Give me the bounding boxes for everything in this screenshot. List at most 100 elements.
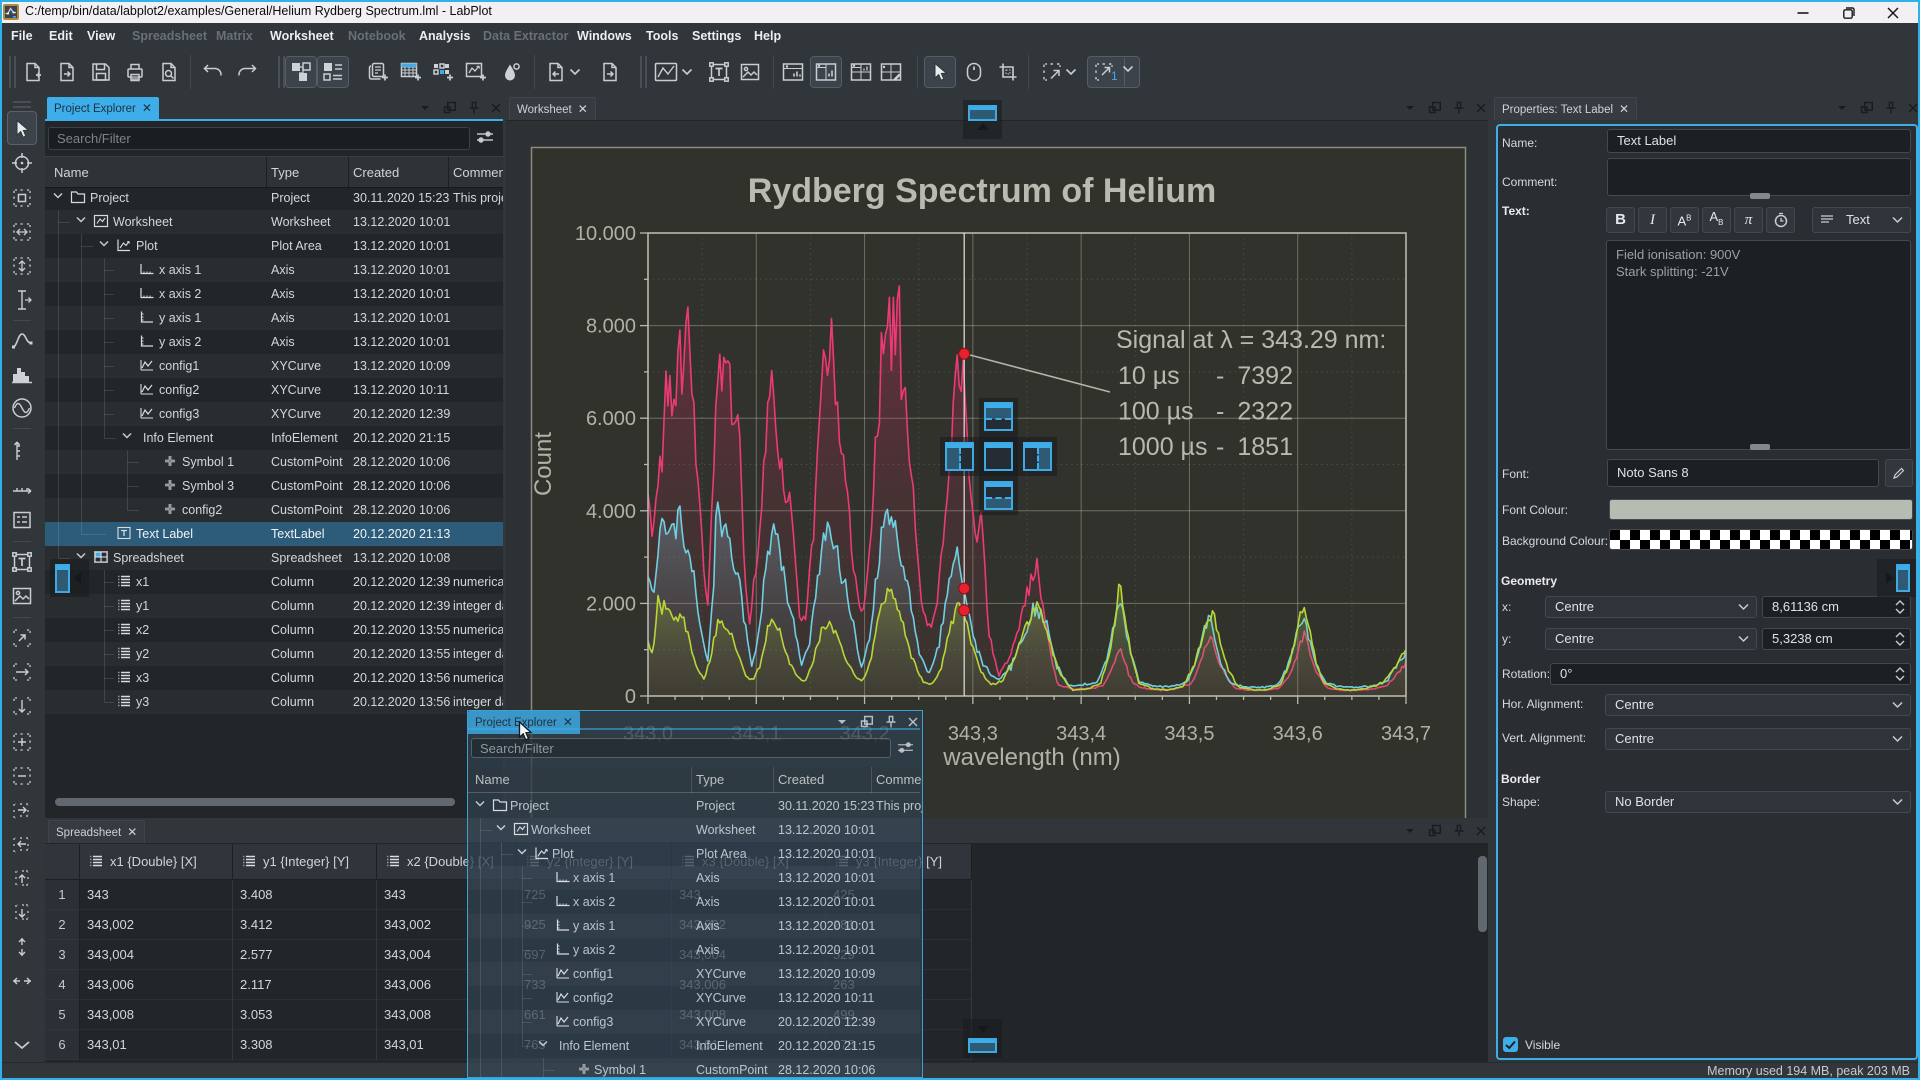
zoom-one-button[interactable]: 1 [1087, 56, 1140, 88]
tree-row-x-axis-2[interactable]: x axis 2Axis13.12.2020 10:01 [468, 890, 920, 914]
dock-close-icon[interactable] [1473, 823, 1488, 839]
dock-indicator-bottom-edge[interactable] [968, 1038, 997, 1053]
menu-settings[interactable]: Settings [692, 23, 741, 49]
tree-row-config3[interactable]: config3XYCurve20.12.2020 12:39 [468, 1010, 920, 1034]
shift-left-button[interactable] [10, 832, 34, 856]
cell-r4c1[interactable]: 343,006 [80, 970, 233, 1000]
menu-view[interactable]: View [87, 23, 115, 49]
dock-indicator-center[interactable] [984, 442, 1013, 471]
menu-edit[interactable]: Edit [49, 23, 73, 49]
tree-row-y-axis-2[interactable]: y axis 2Axis13.12.2020 10:01 [468, 938, 920, 962]
text-mode-dropdown[interactable]: Text [1812, 207, 1911, 233]
menu-windows[interactable]: Windows [577, 23, 632, 49]
redo-button[interactable] [231, 56, 263, 88]
expander-icon[interactable] [538, 1040, 550, 1047]
dock-indicator-split-bottom[interactable] [984, 481, 1013, 510]
column-header-1[interactable]: x1 {Double} [X] [80, 844, 233, 880]
tree-row-y-axis-1[interactable]: y axis 1Axis13.12.2020 10:01 [468, 914, 920, 938]
pointer-arrow-button[interactable] [924, 56, 956, 88]
cell-r2c1[interactable]: 343,002 [80, 910, 233, 940]
comment-input[interactable] [1607, 158, 1911, 196]
chevron-down-button[interactable] [678, 56, 696, 88]
comment-resize-grip[interactable] [1750, 193, 1770, 199]
toolbar-drag-handle[interactable] [640, 56, 647, 88]
dock-float-icon[interactable] [1859, 100, 1875, 116]
cell-r1c1[interactable]: 343 [80, 880, 233, 910]
shift-up-button[interactable] [10, 867, 34, 891]
mouse-zoom-button[interactable] [958, 56, 990, 88]
export-button[interactable] [594, 56, 626, 88]
cell-r3c1[interactable]: 343,004 [80, 940, 233, 970]
close-window-button[interactable] [1876, 2, 1910, 23]
image-button[interactable] [10, 584, 34, 608]
expander-icon[interactable] [76, 552, 88, 559]
format-subscript-button[interactable]: AB [1702, 207, 1731, 233]
cell-r2c2[interactable]: 3.412 [233, 910, 377, 940]
column-header-type[interactable]: Type [271, 157, 299, 188]
plot-four-button[interactable] [845, 56, 877, 88]
tree-row-plot[interactable]: PlotPlot Area13.12.2020 10:01 [468, 842, 920, 866]
dock-float-icon[interactable] [1427, 100, 1443, 116]
format-pi-button[interactable]: π [1734, 207, 1763, 233]
menu-help[interactable]: Help [754, 23, 781, 49]
print-preview-button[interactable] [153, 56, 185, 88]
dock-indicator-split-right[interactable] [1023, 442, 1052, 471]
scale-auto-button[interactable] [10, 626, 34, 650]
plot-bottom-button[interactable] [777, 56, 809, 88]
font-edit-button[interactable] [1885, 459, 1913, 487]
horizontal-scrollbar[interactable] [55, 798, 455, 806]
color-theme-button[interactable] [495, 56, 527, 88]
border-shape-combo[interactable]: No Border [1605, 791, 1911, 813]
floating-project-explorer[interactable]: Project Explorer✕ Search/Filter Name Typ… [467, 710, 923, 1078]
dock-close-icon[interactable] [488, 100, 503, 116]
print-button[interactable] [119, 56, 151, 88]
cell-r6c1[interactable]: 343,01 [80, 1030, 233, 1060]
vert-alignment-combo[interactable]: Centre [1605, 728, 1911, 750]
dock-pin-icon[interactable] [1451, 100, 1467, 116]
tree-row-config2[interactable]: config2CustomPoint28.12.2020 10:06 [45, 498, 503, 522]
zoom-out-dash-button[interactable] [10, 764, 34, 788]
expander-icon[interactable] [517, 848, 529, 855]
crop-select-button[interactable] [992, 56, 1024, 88]
expander-icon[interactable] [53, 192, 65, 199]
row-number[interactable]: 6 [45, 1030, 80, 1060]
histogram-tool-button[interactable] [10, 362, 34, 386]
y-position-combo[interactable]: Centre [1545, 628, 1757, 650]
tree-row-plot[interactable]: PlotPlot Area13.12.2020 10:01 [45, 234, 503, 258]
dock-pin-icon[interactable] [466, 100, 482, 116]
tree-row-worksheet[interactable]: WorksheetWorksheet13.12.2020 10:01 [468, 818, 920, 842]
tree-row-symbol-3[interactable]: Symbol 3CustomPoint28.12.2020 10:06 [45, 474, 503, 498]
dock-indicator-right-edge[interactable] [1896, 564, 1910, 592]
format-bold-button[interactable]: B [1606, 207, 1635, 233]
column-header-2[interactable]: y1 {Integer} [Y] [233, 844, 377, 880]
column-header-comment[interactable]: Comment [453, 157, 503, 188]
expander-icon[interactable] [122, 432, 134, 439]
axis-vertical-button[interactable] [10, 439, 34, 463]
tree-row-info-element[interactable]: Info ElementInfoElement20.12.2020 21:15 [468, 1034, 920, 1058]
cursor-line-button[interactable] [10, 288, 34, 312]
format-italic-button[interactable]: I [1638, 207, 1667, 233]
menu-worksheet[interactable]: Worksheet [270, 23, 334, 49]
dock-menu-icon[interactable] [1402, 823, 1418, 839]
filter-icon[interactable] [897, 741, 914, 755]
expand-v-button[interactable] [10, 935, 34, 959]
x-position-combo[interactable]: Centre [1545, 596, 1757, 618]
zoom-box-in-button[interactable] [10, 186, 34, 210]
image-button[interactable] [734, 56, 766, 88]
column-header-created[interactable]: Created [353, 157, 399, 188]
cell-r3c2[interactable]: 2.577 [233, 940, 377, 970]
x-value-spinbox[interactable]: 8,61136 cm [1762, 596, 1911, 618]
row-number[interactable]: 2 [45, 910, 80, 940]
y-value-spinbox[interactable]: 5,3238 cm [1762, 628, 1911, 650]
expand-h-button[interactable] [10, 969, 34, 993]
shift-down-button[interactable] [10, 901, 34, 925]
undo-button[interactable] [197, 56, 229, 88]
toolbar-drag-handle[interactable] [9, 56, 16, 88]
open-document-button[interactable] [51, 56, 83, 88]
name-input[interactable]: Text Label [1607, 129, 1911, 153]
shift-right-button[interactable] [10, 798, 34, 822]
tree-row-project[interactable]: ProjectProject30.11.2020 15:23This proje… [45, 186, 503, 210]
row-number[interactable]: 5 [45, 1000, 80, 1030]
menu-analysis[interactable]: Analysis [419, 23, 470, 49]
row-number[interactable]: 1 [45, 880, 80, 910]
